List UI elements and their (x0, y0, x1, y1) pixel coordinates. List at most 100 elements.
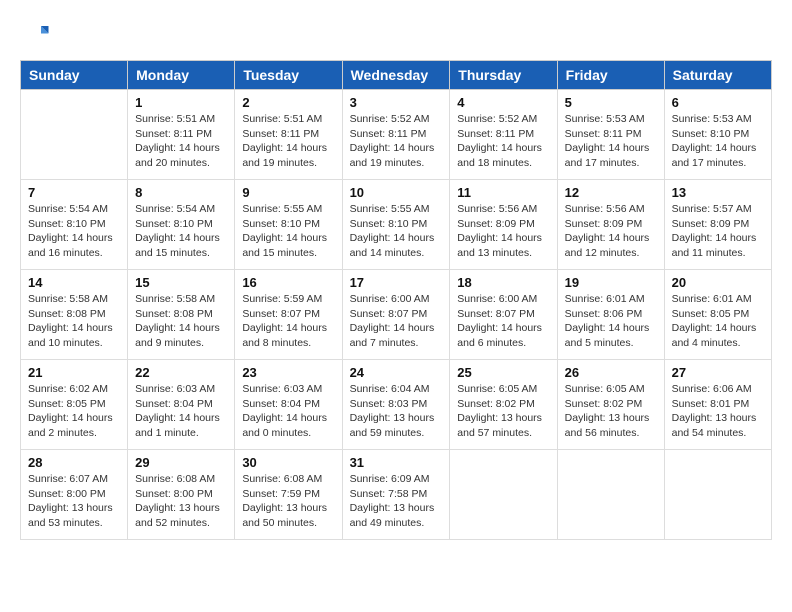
logo-icon (20, 20, 50, 50)
day-number: 8 (135, 185, 227, 200)
day-info: Sunrise: 5:53 AM Sunset: 8:11 PM Dayligh… (565, 112, 657, 171)
day-number: 26 (565, 365, 657, 380)
day-number: 31 (350, 455, 443, 470)
day-info: Sunrise: 5:56 AM Sunset: 8:09 PM Dayligh… (565, 202, 657, 261)
calendar-cell: 21 Sunrise: 6:02 AM Sunset: 8:05 PM Dayli… (21, 360, 128, 450)
calendar-cell: 8Sunrise: 5:54 AM Sunset: 8:10 PM Daylig… (128, 180, 235, 270)
day-number: 20 (672, 275, 764, 290)
calendar-cell: 22 Sunrise: 6:03 AM Sunset: 8:04 PM Dayli… (128, 360, 235, 450)
day-info: Sunrise: 6:00 AM Sunset: 8:07 PM Dayligh… (457, 292, 549, 351)
day-number: 29 (135, 455, 227, 470)
day-number: 14 (28, 275, 120, 290)
calendar-cell: 9 Sunrise: 5:55 AM Sunset: 8:10 PM Daylig… (235, 180, 342, 270)
day-info: Sunrise: 6:05 AM Sunset: 8:02 PM Dayligh… (457, 382, 549, 441)
day-number: 5 (565, 95, 657, 110)
calendar-cell (557, 450, 664, 540)
day-number: 10 (350, 185, 443, 200)
calendar-cell: 20 Sunrise: 6:01 AM Sunset: 8:05 PM Dayli… (664, 270, 771, 360)
day-number: 30 (242, 455, 334, 470)
calendar-cell: 6 Sunrise: 5:53 AM Sunset: 8:10 PM Daylig… (664, 90, 771, 180)
day-info: Sunrise: 5:56 AM Sunset: 8:09 PM Dayligh… (457, 202, 549, 261)
day-info: Sunrise: 5:51 AM Sunset: 8:11 PM Dayligh… (135, 112, 227, 171)
day-number: 13 (672, 185, 764, 200)
page-header (20, 20, 772, 50)
day-number: 21 (28, 365, 120, 380)
calendar-cell: 17 Sunrise: 6:00 AM Sunset: 8:07 PM Dayli… (342, 270, 450, 360)
calendar-cell: 11 Sunrise: 5:56 AM Sunset: 8:09 PM Dayli… (450, 180, 557, 270)
day-number: 1 (135, 95, 227, 110)
day-info: Sunrise: 5:52 AM Sunset: 8:11 PM Dayligh… (457, 112, 549, 171)
day-number: 4 (457, 95, 549, 110)
calendar-table: SundayMondayTuesdayWednesdayThursdayFrid… (20, 60, 772, 540)
day-number: 11 (457, 185, 549, 200)
calendar-cell (664, 450, 771, 540)
calendar-cell: 7 Sunrise: 5:54 AM Sunset: 8:10 PM Daylig… (21, 180, 128, 270)
calendar-cell (450, 450, 557, 540)
calendar-cell: 15 Sunrise: 5:58 AM Sunset: 8:08 PM Dayli… (128, 270, 235, 360)
day-number: 16 (242, 275, 334, 290)
day-info: Sunrise: 6:06 AM Sunset: 8:01 PM Dayligh… (672, 382, 764, 441)
calendar-cell: 2Sunrise: 5:51 AM Sunset: 8:11 PM Daylig… (235, 90, 342, 180)
weekday-header-row: SundayMondayTuesdayWednesdayThursdayFrid… (21, 61, 772, 90)
calendar-week-row-2: 7 Sunrise: 5:54 AM Sunset: 8:10 PM Daylig… (21, 180, 772, 270)
calendar-cell (21, 90, 128, 180)
calendar-cell: 30 Sunrise: 6:08 AM Sunset: 7:59 PM Dayli… (235, 450, 342, 540)
calendar-cell: 19Sunrise: 6:01 AM Sunset: 8:06 PM Dayli… (557, 270, 664, 360)
day-number: 24 (350, 365, 443, 380)
day-info: Sunrise: 6:04 AM Sunset: 8:03 PM Dayligh… (350, 382, 443, 441)
calendar-cell: 25 Sunrise: 6:05 AM Sunset: 8:02 PM Dayli… (450, 360, 557, 450)
calendar-cell: 14 Sunrise: 5:58 AM Sunset: 8:08 PM Dayli… (21, 270, 128, 360)
calendar-cell: 27 Sunrise: 6:06 AM Sunset: 8:01 PM Dayli… (664, 360, 771, 450)
calendar-cell: 3 Sunrise: 5:52 AM Sunset: 8:11 PM Daylig… (342, 90, 450, 180)
day-number: 6 (672, 95, 764, 110)
calendar-week-row-4: 21 Sunrise: 6:02 AM Sunset: 8:05 PM Dayli… (21, 360, 772, 450)
day-info: Sunrise: 6:00 AM Sunset: 8:07 PM Dayligh… (350, 292, 443, 351)
day-info: Sunrise: 6:03 AM Sunset: 8:04 PM Dayligh… (242, 382, 334, 441)
day-info: Sunrise: 6:05 AM Sunset: 8:02 PM Dayligh… (565, 382, 657, 441)
day-number: 27 (672, 365, 764, 380)
day-info: Sunrise: 5:54 AM Sunset: 8:10 PM Dayligh… (28, 202, 120, 261)
day-info: Sunrise: 6:08 AM Sunset: 7:59 PM Dayligh… (242, 472, 334, 531)
day-info: Sunrise: 5:58 AM Sunset: 8:08 PM Dayligh… (28, 292, 120, 351)
day-number: 3 (350, 95, 443, 110)
day-number: 17 (350, 275, 443, 290)
day-info: Sunrise: 6:02 AM Sunset: 8:05 PM Dayligh… (28, 382, 120, 441)
day-info: Sunrise: 5:58 AM Sunset: 8:08 PM Dayligh… (135, 292, 227, 351)
day-info: Sunrise: 6:03 AM Sunset: 8:04 PM Dayligh… (135, 382, 227, 441)
weekday-header-wednesday: Wednesday (342, 61, 450, 90)
logo (20, 20, 55, 50)
calendar-cell: 28 Sunrise: 6:07 AM Sunset: 8:00 PM Dayli… (21, 450, 128, 540)
day-number: 15 (135, 275, 227, 290)
day-number: 7 (28, 185, 120, 200)
calendar-cell: 12 Sunrise: 5:56 AM Sunset: 8:09 PM Dayli… (557, 180, 664, 270)
calendar-cell: 13 Sunrise: 5:57 AM Sunset: 8:09 PM Dayli… (664, 180, 771, 270)
weekday-header-sunday: Sunday (21, 61, 128, 90)
calendar-cell: 10Sunrise: 5:55 AM Sunset: 8:10 PM Dayli… (342, 180, 450, 270)
day-info: Sunrise: 6:01 AM Sunset: 8:06 PM Dayligh… (565, 292, 657, 351)
calendar-cell: 1 Sunrise: 5:51 AM Sunset: 8:11 PM Daylig… (128, 90, 235, 180)
calendar-cell: 4 Sunrise: 5:52 AM Sunset: 8:11 PM Daylig… (450, 90, 557, 180)
day-info: Sunrise: 5:57 AM Sunset: 8:09 PM Dayligh… (672, 202, 764, 261)
day-info: Sunrise: 5:55 AM Sunset: 8:10 PM Dayligh… (242, 202, 334, 261)
weekday-header-monday: Monday (128, 61, 235, 90)
weekday-header-friday: Friday (557, 61, 664, 90)
day-info: Sunrise: 6:01 AM Sunset: 8:05 PM Dayligh… (672, 292, 764, 351)
calendar-cell: 24 Sunrise: 6:04 AM Sunset: 8:03 PM Dayli… (342, 360, 450, 450)
calendar-cell: 5 Sunrise: 5:53 AM Sunset: 8:11 PM Daylig… (557, 90, 664, 180)
day-number: 23 (242, 365, 334, 380)
day-number: 28 (28, 455, 120, 470)
day-info: Sunrise: 5:53 AM Sunset: 8:10 PM Dayligh… (672, 112, 764, 171)
calendar-week-row-5: 28 Sunrise: 6:07 AM Sunset: 8:00 PM Dayli… (21, 450, 772, 540)
calendar-cell: 29Sunrise: 6:08 AM Sunset: 8:00 PM Dayli… (128, 450, 235, 540)
day-number: 9 (242, 185, 334, 200)
calendar-cell: 26 Sunrise: 6:05 AM Sunset: 8:02 PM Dayli… (557, 360, 664, 450)
day-info: Sunrise: 5:59 AM Sunset: 8:07 PM Dayligh… (242, 292, 334, 351)
weekday-header-thursday: Thursday (450, 61, 557, 90)
day-number: 12 (565, 185, 657, 200)
day-number: 25 (457, 365, 549, 380)
day-info: Sunrise: 6:07 AM Sunset: 8:00 PM Dayligh… (28, 472, 120, 531)
day-info: Sunrise: 5:52 AM Sunset: 8:11 PM Dayligh… (350, 112, 443, 171)
calendar-week-row-1: 1 Sunrise: 5:51 AM Sunset: 8:11 PM Daylig… (21, 90, 772, 180)
day-number: 22 (135, 365, 227, 380)
calendar-cell: 23 Sunrise: 6:03 AM Sunset: 8:04 PM Dayli… (235, 360, 342, 450)
